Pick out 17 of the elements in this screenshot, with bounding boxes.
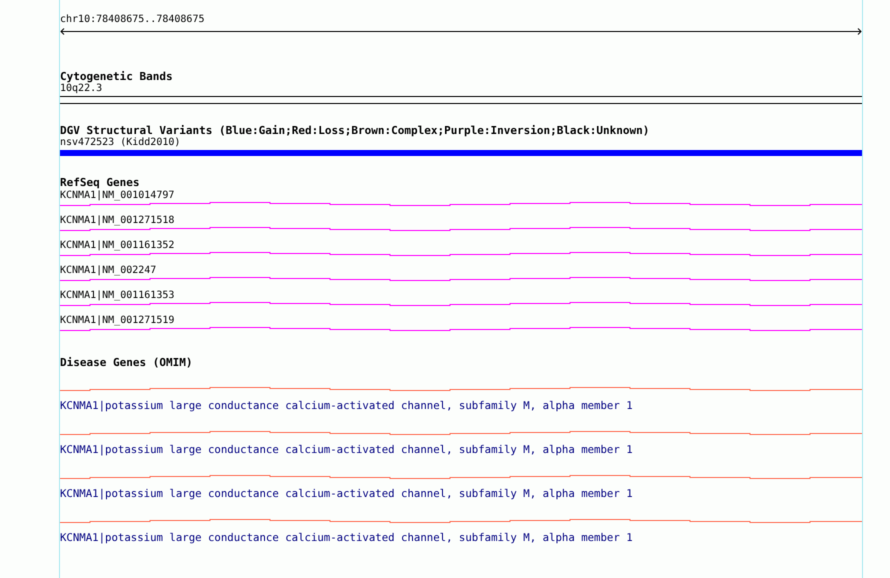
- track-title: DGV Structural Variants (Blue:Gain;Red:Loss;Brown:Complex;Purple:Inversion;Black:Unknown): [60, 125, 650, 137]
- gene-label: KCNMA1|NM_001271518: [60, 215, 174, 227]
- track-title: Disease Genes (OMIM): [60, 357, 192, 369]
- disease-gene-label: KCNMA1|potassium large conductance calcium-activated channel, subfamily M, alpha member 1: [60, 400, 633, 412]
- disease-gene-label: KCNMA1|potassium large conductance calcium-activated channel, subfamily M, alpha member 1: [60, 444, 633, 456]
- track-title: Cytogenetic Bands: [60, 71, 173, 83]
- gene-label: KCNMA1|NM_001014797: [60, 190, 174, 202]
- disease-gene-label: KCNMA1|potassium large conductance calcium-activated channel, subfamily M, alpha member 1: [60, 488, 633, 500]
- position-label: chr10:78408675..78408675: [60, 14, 204, 26]
- band-label: 10q22.3: [60, 83, 102, 95]
- variant-label: nsv472523 (Kidd2010): [60, 137, 180, 149]
- gene-label: KCNMA1|NM_002247: [60, 265, 156, 277]
- gene-label: KCNMA1|NM_001271519: [60, 315, 174, 327]
- track-title: RefSeq Genes: [60, 177, 140, 189]
- gene-label: KCNMA1|NM_001161352: [60, 240, 174, 252]
- gene-label: KCNMA1|NM_001161353: [60, 290, 174, 302]
- disease-gene-label: KCNMA1|potassium large conductance calcium-activated channel, subfamily M, alpha member 1: [60, 532, 633, 544]
